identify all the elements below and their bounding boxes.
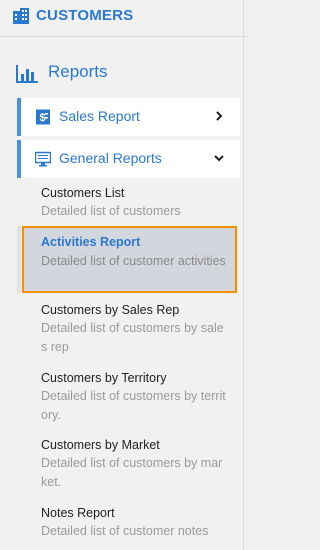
report-description: Detailed list of customers by sales rep [41,321,224,354]
report-item-notes-report[interactable]: Notes Report Detailed list of customer n… [41,505,241,541]
report-description: Detailed list of customer notes [41,524,209,538]
report-title: Customers by Market [41,438,160,452]
report-description: Detailed list of customers by territory. [41,389,226,422]
report-title: Activities Report [41,235,141,249]
bar-chart-icon [16,65,38,83]
sidebar-border [243,0,244,550]
nav-sales-report[interactable]: $ Sales Report [17,98,240,136]
building-icon [13,8,29,24]
app-header: CUSTOMERS [0,0,249,34]
report-title: Notes Report [41,506,115,520]
nav-general-reports[interactable]: General Reports [17,140,240,178]
svg-text:$: $ [40,112,46,124]
report-item-customers-by-sales-rep[interactable]: Customers by Sales Rep Detailed list of … [41,302,241,357]
report-description: Detailed list of customers [41,204,181,218]
report-title: Customers by Territory [41,371,167,385]
report-item-customers-list[interactable]: Customers List Detailed list of customer… [41,185,241,221]
report-item-customers-by-market[interactable]: Customers by Market Detailed list of cus… [41,437,241,492]
report-description: Detailed list of customer activities [41,254,226,268]
active-indicator [17,226,21,293]
chevron-down-icon [214,155,224,162]
section-title: Reports [48,62,108,81]
nav-sales-report-label: Sales Report [59,108,140,124]
report-item-activities-report[interactable]: Activities Report Detailed list of custo… [22,226,237,293]
app-title: CUSTOMERS [36,7,134,24]
monitor-icon [35,151,51,167]
report-title: Customers List [41,186,125,200]
nav-general-reports-label: General Reports [59,150,162,166]
header-divider [0,36,249,37]
chevron-right-icon [216,111,223,121]
invoice-dollar-icon: $ [36,109,50,125]
report-description: Detailed list of customers by market. [41,456,223,489]
report-title: Customers by Sales Rep [41,303,180,317]
report-item-customers-by-territory[interactable]: Customers by Territory Detailed list of … [41,370,241,425]
